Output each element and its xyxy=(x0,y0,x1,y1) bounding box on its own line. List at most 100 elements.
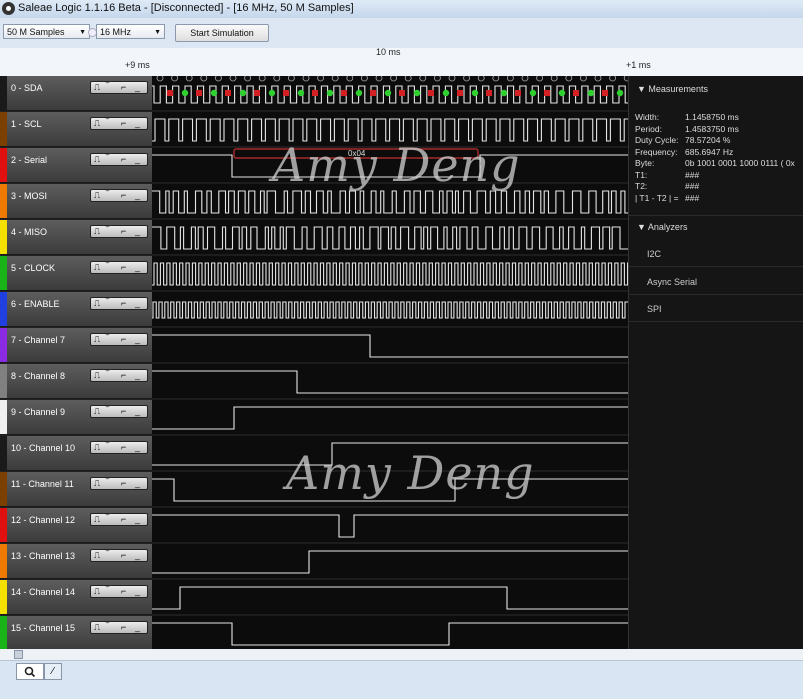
trigger-icon[interactable]: _ xyxy=(135,370,140,381)
trigger-icon[interactable]: ⎍ xyxy=(94,586,100,597)
trigger-icon[interactable]: ⎍ xyxy=(94,478,100,489)
trigger-icon[interactable]: _ xyxy=(135,478,140,489)
trigger-icon[interactable]: ‾ xyxy=(106,262,109,273)
channel-row-0[interactable]: 0 - SDA ⎍ ‾ ⌐ _ xyxy=(0,76,152,111)
samples-select[interactable]: 50 M Samples ▼ xyxy=(3,24,90,39)
trigger-buttons[interactable]: ⎍ ‾ ⌐ _ xyxy=(90,549,148,562)
trigger-icon[interactable]: ⎍ xyxy=(94,262,100,273)
time-ruler[interactable]: +9 ms 10 ms +1 ms xyxy=(0,47,803,76)
channel-row-7[interactable]: 7 - Channel 7 ⎍ ‾ ⌐ _ xyxy=(0,328,152,363)
channel-row-12[interactable]: 12 - Channel 12 ⎍ ‾ ⌐ _ xyxy=(0,508,152,543)
trigger-icon[interactable]: ⎍ xyxy=(94,334,100,345)
trigger-icon[interactable]: _ xyxy=(135,262,140,273)
waveform-area[interactable]: 0x04 xyxy=(152,76,628,649)
trigger-buttons[interactable]: ⎍ ‾ ⌐ _ xyxy=(90,81,148,94)
analyzer-item[interactable]: SPI xyxy=(629,296,803,322)
trigger-buttons[interactable]: ⎍ ‾ ⌐ _ xyxy=(90,117,148,130)
channel-row-6[interactable]: 6 - ENABLE ⎍ ‾ ⌐ _ xyxy=(0,292,152,327)
trigger-icon[interactable]: _ xyxy=(135,118,140,129)
add-tab[interactable]: ⁄ xyxy=(44,663,62,680)
trigger-buttons[interactable]: ⎍ ‾ ⌐ _ xyxy=(90,297,148,310)
trigger-icon[interactable]: _ xyxy=(135,514,140,525)
trigger-icon[interactable]: ⎍ xyxy=(94,226,100,237)
trigger-icon[interactable]: ‾ xyxy=(106,370,109,381)
trigger-icon[interactable]: ⎍ xyxy=(94,154,100,165)
trigger-icon[interactable]: ⎍ xyxy=(94,370,100,381)
trigger-icon[interactable]: ⌐ xyxy=(121,514,126,525)
trigger-icon[interactable]: ⎍ xyxy=(94,82,100,93)
trigger-icon[interactable]: ⎍ xyxy=(94,298,100,309)
trigger-icon[interactable]: ‾ xyxy=(106,514,109,525)
trigger-icon[interactable]: ‾ xyxy=(106,334,109,345)
trigger-icon[interactable]: ⌐ xyxy=(121,478,126,489)
trigger-icon[interactable]: _ xyxy=(135,298,140,309)
trigger-buttons[interactable]: ⎍ ‾ ⌐ _ xyxy=(90,333,148,346)
trigger-buttons[interactable]: ⎍ ‾ ⌐ _ xyxy=(90,225,148,238)
trigger-icon[interactable]: ⎍ xyxy=(94,622,100,633)
trigger-icon[interactable]: ‾ xyxy=(106,118,109,129)
trigger-icon[interactable]: ‾ xyxy=(106,226,109,237)
channel-row-9[interactable]: 9 - Channel 9 ⎍ ‾ ⌐ _ xyxy=(0,400,152,435)
trigger-icon[interactable]: ⌐ xyxy=(121,442,126,453)
channel-row-3[interactable]: 3 - MOSI ⎍ ‾ ⌐ _ xyxy=(0,184,152,219)
trigger-icon[interactable]: ‾ xyxy=(106,406,109,417)
trigger-icon[interactable]: ⌐ xyxy=(121,118,126,129)
trigger-icon[interactable]: ‾ xyxy=(106,154,109,165)
trigger-icon[interactable]: ⎍ xyxy=(94,442,100,453)
trigger-icon[interactable]: _ xyxy=(135,550,140,561)
horizontal-scrollbar[interactable] xyxy=(0,649,803,661)
trigger-buttons[interactable]: ⎍ ‾ ⌐ _ xyxy=(90,621,148,634)
trigger-icon[interactable]: ⌐ xyxy=(121,262,126,273)
trigger-buttons[interactable]: ⎍ ‾ ⌐ _ xyxy=(90,189,148,202)
trigger-icon[interactable]: ‾ xyxy=(106,550,109,561)
trigger-icon[interactable]: ⌐ xyxy=(121,550,126,561)
trigger-icon[interactable]: _ xyxy=(135,226,140,237)
trigger-icon[interactable]: ⌐ xyxy=(121,82,126,93)
analyzer-item[interactable]: I2C xyxy=(629,241,803,267)
start-simulation-button[interactable]: Start Simulation xyxy=(175,24,269,42)
trigger-icon[interactable]: ⎍ xyxy=(94,550,100,561)
trigger-icon[interactable]: _ xyxy=(135,622,140,633)
channel-row-2[interactable]: 2 - Serial ⎍ ‾ ⌐ _ xyxy=(0,148,152,183)
trigger-icon[interactable]: ‾ xyxy=(106,190,109,201)
trigger-icon[interactable]: _ xyxy=(135,406,140,417)
channel-row-4[interactable]: 4 - MISO ⎍ ‾ ⌐ _ xyxy=(0,220,152,255)
trigger-icon[interactable]: ⌐ xyxy=(121,298,126,309)
trigger-buttons[interactable]: ⎍ ‾ ⌐ _ xyxy=(90,153,148,166)
channel-row-8[interactable]: 8 - Channel 8 ⎍ ‾ ⌐ _ xyxy=(0,364,152,399)
channel-row-1[interactable]: 1 - SCL ⎍ ‾ ⌐ _ xyxy=(0,112,152,147)
trigger-icon[interactable]: ⌐ xyxy=(121,334,126,345)
trigger-icon[interactable]: ‾ xyxy=(106,478,109,489)
trigger-icon[interactable]: ⎍ xyxy=(94,406,100,417)
trigger-buttons[interactable]: ⎍ ‾ ⌐ _ xyxy=(90,405,148,418)
trigger-icon[interactable]: ⎍ xyxy=(94,514,100,525)
trigger-icon[interactable]: ‾ xyxy=(106,622,109,633)
channel-row-5[interactable]: 5 - CLOCK ⎍ ‾ ⌐ _ xyxy=(0,256,152,291)
trigger-icon[interactable]: ⌐ xyxy=(121,190,126,201)
channel-row-11[interactable]: 11 - Channel 11 ⎍ ‾ ⌐ _ xyxy=(0,472,152,507)
trigger-icon[interactable]: _ xyxy=(135,334,140,345)
channel-row-15[interactable]: 15 - Channel 15 ⎍ ‾ ⌐ _ xyxy=(0,616,152,651)
trigger-buttons[interactable]: ⎍ ‾ ⌐ _ xyxy=(90,369,148,382)
analyzers-header[interactable]: ▼ Analyzers xyxy=(629,215,803,237)
measurements-header[interactable]: ▼ Measurements xyxy=(629,78,803,100)
trigger-buttons[interactable]: ⎍ ‾ ⌐ _ xyxy=(90,477,148,490)
trigger-icon[interactable]: ⌐ xyxy=(121,622,126,633)
scrollbar-thumb[interactable] xyxy=(14,650,23,659)
channel-row-10[interactable]: 10 - Channel 10 ⎍ ‾ ⌐ _ xyxy=(0,436,152,471)
channel-row-14[interactable]: 14 - Channel 14 ⎍ ‾ ⌐ _ xyxy=(0,580,152,615)
trigger-icon[interactable]: _ xyxy=(135,586,140,597)
trigger-icon[interactable]: _ xyxy=(135,442,140,453)
trigger-icon[interactable]: _ xyxy=(135,190,140,201)
trigger-icon[interactable]: ⌐ xyxy=(121,370,126,381)
trigger-icon[interactable]: ⎍ xyxy=(94,118,100,129)
analyzer-item[interactable]: Async Serial xyxy=(629,269,803,295)
trigger-icon[interactable]: ⌐ xyxy=(121,406,126,417)
trigger-buttons[interactable]: ⎍ ‾ ⌐ _ xyxy=(90,585,148,598)
trigger-buttons[interactable]: ⎍ ‾ ⌐ _ xyxy=(90,261,148,274)
search-tab[interactable] xyxy=(16,663,44,680)
trigger-buttons[interactable]: ⎍ ‾ ⌐ _ xyxy=(90,441,148,454)
trigger-icon[interactable]: ‾ xyxy=(106,442,109,453)
trigger-icon[interactable]: ‾ xyxy=(106,298,109,309)
trigger-icon[interactable]: _ xyxy=(135,154,140,165)
